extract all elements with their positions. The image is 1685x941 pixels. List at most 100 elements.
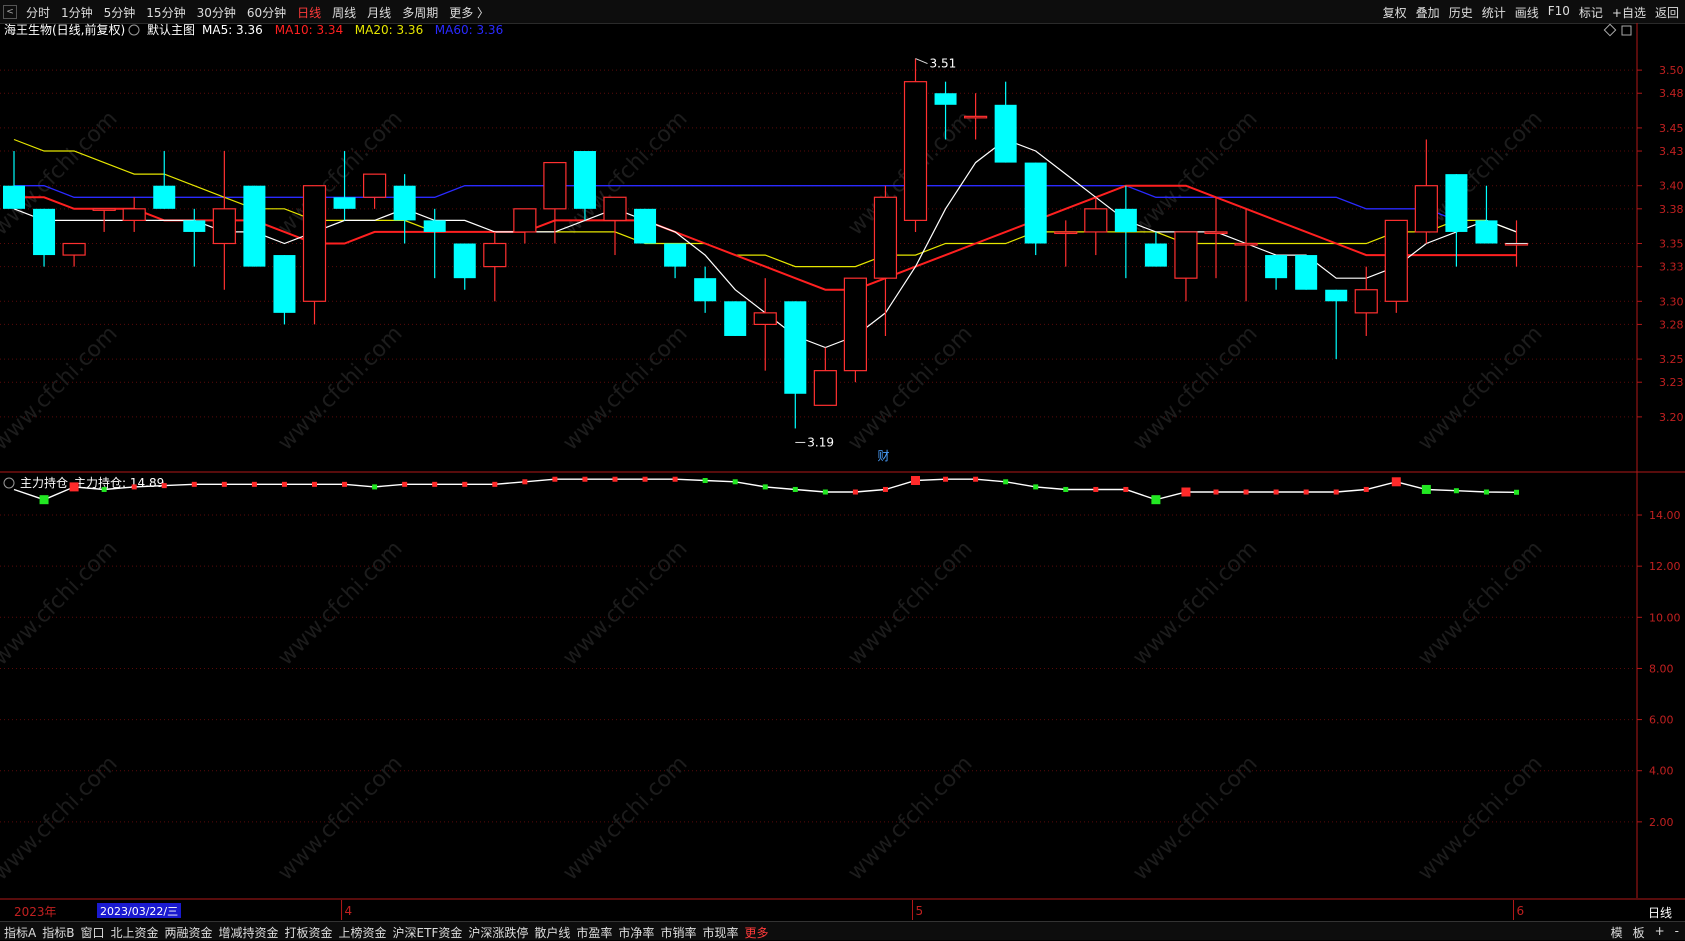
bottom-tab-9[interactable]: 沪深涨跌停 xyxy=(468,924,528,941)
indicator-tick-label: 4.00 xyxy=(1649,765,1674,778)
period-tab-1[interactable]: 1分钟 xyxy=(61,4,93,21)
bottom-tab-11[interactable]: 市盈率 xyxy=(576,924,612,941)
indicator-point xyxy=(852,489,858,495)
bottom-control-0[interactable]: 模 xyxy=(1611,924,1623,941)
indicator-point xyxy=(702,478,708,484)
candle xyxy=(903,58,928,232)
tool-button-8[interactable]: 返回 xyxy=(1655,4,1679,21)
ma60-line xyxy=(14,185,1517,233)
bottom-control-1[interactable]: 板 xyxy=(1633,924,1645,941)
tool-button-6[interactable]: 标记 xyxy=(1579,4,1603,21)
candle xyxy=(1265,255,1288,290)
bottom-control-2[interactable]: + xyxy=(1655,924,1665,941)
bottom-tab-8[interactable]: 沪深ETF资金 xyxy=(393,924,463,941)
candle xyxy=(1204,197,1228,279)
tool-button-3[interactable]: 统计 xyxy=(1482,4,1506,21)
bottom-tab-10[interactable]: 散户线 xyxy=(534,924,570,941)
indicator-point xyxy=(973,476,979,482)
candle-body xyxy=(753,312,777,326)
indicator-point xyxy=(1483,489,1489,495)
candle xyxy=(843,277,868,383)
candle xyxy=(1354,266,1378,336)
candle xyxy=(1084,197,1108,256)
period-tab-4[interactable]: 30分钟 xyxy=(197,4,236,21)
indicator-point xyxy=(432,481,438,487)
tool-button-4[interactable]: 画线 xyxy=(1515,4,1539,21)
bottom-tab-3[interactable]: 北上资金 xyxy=(110,924,158,941)
indicator-point xyxy=(312,481,317,487)
watermark-text: www.cfchi.com xyxy=(1413,536,1547,670)
indicator-point xyxy=(161,483,167,489)
bottom-tab-2[interactable]: 窗口 xyxy=(80,924,104,941)
period-label: 日线 xyxy=(1648,906,1672,920)
bottom-control-3[interactable]: - xyxy=(1675,924,1679,941)
candle xyxy=(1445,174,1468,267)
month-label: 6 xyxy=(1517,904,1525,918)
bottom-tab-15[interactable]: 更多 xyxy=(744,924,768,941)
period-tab-7[interactable]: 周线 xyxy=(332,4,356,21)
watermark-text: www.cfchi.com xyxy=(1128,106,1262,240)
candle-body xyxy=(903,81,928,221)
period-tab-3[interactable]: 15分钟 xyxy=(146,4,185,21)
price-tick-label: 3.25 xyxy=(1659,353,1684,366)
candle-body xyxy=(243,185,266,267)
candle-body xyxy=(423,220,446,232)
tool-button-2[interactable]: 历史 xyxy=(1449,4,1473,21)
bottom-tab-4[interactable]: 两融资金 xyxy=(164,924,212,941)
indicator-point xyxy=(402,481,408,487)
candle xyxy=(1234,208,1258,302)
candle-body xyxy=(963,115,988,119)
candle-body xyxy=(393,185,416,221)
candle-body xyxy=(1114,208,1137,232)
candle xyxy=(1174,231,1198,302)
candle xyxy=(753,278,777,371)
bottom-tab-5[interactable]: 增减持资金 xyxy=(219,924,279,941)
bottom-tab-13[interactable]: 市销率 xyxy=(660,924,696,941)
candle-body xyxy=(1414,185,1438,233)
period-tab-5[interactable]: 60分钟 xyxy=(247,4,286,21)
bottom-tab-14[interactable]: 市现率 xyxy=(702,924,738,941)
tool-button-0[interactable]: 复权 xyxy=(1383,4,1407,21)
indicator-point xyxy=(552,476,558,482)
candle xyxy=(1384,219,1408,313)
period-tab-8[interactable]: 月线 xyxy=(367,4,391,21)
period-tab-2[interactable]: 5分钟 xyxy=(104,4,136,21)
bottom-tab-0[interactable]: 指标A xyxy=(4,924,36,941)
indicator-point xyxy=(1243,489,1249,495)
tool-button-1[interactable]: 叠加 xyxy=(1416,4,1440,21)
bottom-tab-7[interactable]: 上榜资金 xyxy=(339,924,387,941)
tool-button-7[interactable]: +自选 xyxy=(1612,4,1646,21)
bottom-tab-6[interactable]: 打板资金 xyxy=(285,924,333,941)
bottom-tab-12[interactable]: 市净率 xyxy=(618,924,654,941)
year-label: 2023年 xyxy=(14,905,57,919)
bottom-tab-1[interactable]: 指标B xyxy=(42,924,74,941)
indicator-point xyxy=(1514,489,1519,495)
period-tab-6[interactable]: 日线 xyxy=(297,4,321,21)
candle-body xyxy=(843,277,868,372)
period-tab-9[interactable]: 多周期 xyxy=(402,4,438,21)
settings-icon xyxy=(128,24,140,36)
period-tabs: 分时 1分钟 5分钟 15分钟 30分钟 60分钟 日线 周线 月线 多周期 更多 〉 xyxy=(26,4,489,21)
candle-body xyxy=(1354,289,1378,314)
candle-body xyxy=(813,370,837,406)
candle-body xyxy=(183,220,206,232)
back-icon[interactable]: < xyxy=(3,5,17,19)
indicator-point xyxy=(1033,484,1039,490)
candle xyxy=(393,174,416,244)
price-tick-label: 3.30 xyxy=(1659,295,1684,308)
period-tab-0[interactable]: 分时 xyxy=(26,4,50,21)
period-tab-10[interactable]: 更多 〉 xyxy=(449,4,489,21)
window-icon xyxy=(1621,25,1632,36)
candle xyxy=(1295,255,1318,290)
candle xyxy=(694,266,717,313)
indicator-point xyxy=(69,482,79,492)
tool-button-5[interactable]: F10 xyxy=(1548,4,1570,21)
price-tick-label: 3.48 xyxy=(1659,87,1684,100)
price-tick-label: 3.38 xyxy=(1659,203,1684,216)
indicator-point xyxy=(1213,489,1219,495)
candle-body xyxy=(1295,255,1318,290)
candle-body xyxy=(122,208,146,221)
indicator-tick-label: 2.00 xyxy=(1649,816,1674,829)
candle xyxy=(813,347,837,406)
indicator-point xyxy=(612,476,618,482)
